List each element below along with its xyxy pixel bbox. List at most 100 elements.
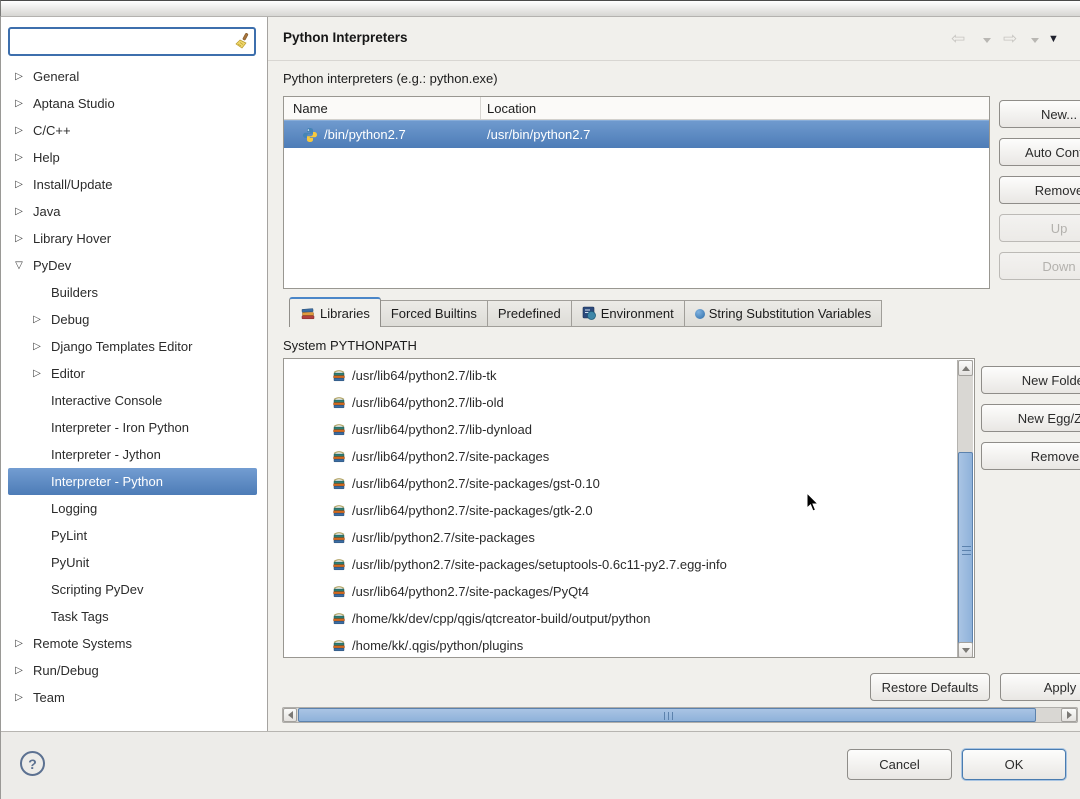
sidebar-item-help[interactable]: ▷Help (8, 144, 257, 171)
tab-forced-builtins[interactable]: Forced Builtins (381, 300, 488, 327)
scroll-left-icon (288, 711, 293, 719)
sidebar-item-interpreter-python[interactable]: Interpreter - Python (8, 468, 257, 495)
scroll-right-button[interactable] (1061, 708, 1077, 722)
tab-predefined[interactable]: Predefined (488, 300, 572, 327)
expander-icon[interactable]: ▷ (10, 198, 28, 225)
interpreter-location: /usr/bin/python2.7 (481, 127, 590, 142)
tab-label: Predefined (498, 306, 561, 321)
expander-icon[interactable]: ▷ (10, 630, 28, 657)
expander-icon[interactable]: ▷ (10, 657, 28, 684)
sidebar-item-scripting-pydev[interactable]: Scripting PyDev (8, 576, 257, 603)
sidebar-item-editor[interactable]: ▷Editor (8, 360, 257, 387)
sidebar-item-label: Editor (46, 366, 85, 381)
ok-button[interactable]: OK (962, 749, 1066, 780)
expander-icon[interactable]: ▷ (10, 63, 28, 90)
pythonpath-entry[interactable]: /usr/lib64/python2.7/site-packages/PyQt4 (284, 578, 944, 605)
expander-icon[interactable]: ▽ (10, 252, 28, 279)
pythonpath-entry[interactable]: /usr/lib64/python2.7/lib-old (284, 389, 944, 416)
pythonpath-text: /usr/lib64/python2.7/lib-old (352, 395, 504, 410)
sidebar-item-label: Library Hover (28, 231, 111, 246)
sidebar-item-team[interactable]: ▷Team (8, 684, 257, 711)
filter-field-wrap (8, 27, 256, 56)
library-stack-icon (331, 395, 347, 411)
sidebar-item-run-debug[interactable]: ▷Run/Debug (8, 657, 257, 684)
sidebar-item-logging[interactable]: Logging (8, 495, 257, 522)
scroll-down-button[interactable] (958, 642, 973, 658)
view-menu-icon[interactable]: ▼ (1048, 33, 1059, 45)
tab-libraries[interactable]: Libraries (289, 297, 381, 327)
new-egg-zip-button[interactable]: New Egg/Zip (981, 404, 1080, 432)
forward-history-chevron-icon[interactable] (1031, 38, 1039, 43)
cancel-button[interactable]: Cancel (847, 749, 952, 780)
sidebar-item-aptana-studio[interactable]: ▷Aptana Studio (8, 90, 257, 117)
horizontal-scroll-thumb[interactable] (298, 708, 1036, 722)
column-header-location[interactable]: Location (481, 101, 536, 116)
pythonpath-text: /usr/lib/python2.7/site-packages/setupto… (352, 557, 727, 572)
sidebar-item-builders[interactable]: Builders (8, 279, 257, 306)
sidebar-item-pyunit[interactable]: PyUnit (8, 549, 257, 576)
vertical-scroll-thumb[interactable] (958, 452, 973, 647)
sidebar-item-django-templates-editor[interactable]: ▷Django Templates Editor (8, 333, 257, 360)
scroll-up-icon (962, 366, 970, 371)
sidebar-item-install-update[interactable]: ▷Install/Update (8, 171, 257, 198)
pythonpath-entry[interactable]: /usr/lib64/python2.7/lib-dynload (284, 416, 944, 443)
back-arrow-icon[interactable]: ⇦ (951, 30, 965, 47)
pythonpath-entry[interactable]: /home/kk/.qgis/python/plugins (284, 632, 944, 658)
sidebar-item-label: Builders (46, 285, 98, 300)
pythonpath-entry[interactable]: /usr/lib64/python2.7/site-packages/gtk-2… (284, 497, 944, 524)
remove-path-button[interactable]: Remove (981, 442, 1080, 470)
tab-environment[interactable]: Environment (572, 300, 685, 327)
filter-input[interactable] (10, 29, 254, 54)
sidebar-item-label: Interpreter - Jython (46, 447, 161, 462)
back-history-chevron-icon[interactable] (983, 38, 991, 43)
expander-icon[interactable]: ▷ (28, 360, 46, 387)
sidebar-item-interactive-console[interactable]: Interactive Console (8, 387, 257, 414)
expander-icon[interactable]: ▷ (10, 684, 28, 711)
remove-interpreter-button[interactable]: Remove (999, 176, 1080, 204)
pythonpath-entry[interactable]: /usr/lib/python2.7/site-packages/setupto… (284, 551, 944, 578)
scroll-left-button[interactable] (283, 708, 297, 722)
scroll-up-button[interactable] (958, 360, 973, 376)
sidebar-item-pydev[interactable]: ▽PyDev (8, 252, 257, 279)
expander-icon[interactable]: ▷ (10, 90, 28, 117)
expander-icon[interactable]: ▷ (28, 306, 46, 333)
sidebar-item-pylint[interactable]: PyLint (8, 522, 257, 549)
sidebar-item-java[interactable]: ▷Java (8, 198, 257, 225)
pythonpath-entry[interactable]: /usr/lib64/python2.7/site-packages/gst-0… (284, 470, 944, 497)
pythonpath-entry[interactable]: /home/kk/dev/cpp/qgis/qtcreator-build/ou… (284, 605, 944, 632)
pythonpath-entry[interactable]: /usr/lib64/python2.7/site-packages (284, 443, 944, 470)
apply-button[interactable]: Apply (1000, 673, 1080, 701)
expander-icon[interactable]: ▷ (10, 144, 28, 171)
horizontal-scrollbar[interactable] (282, 707, 1078, 723)
sidebar-item-task-tags[interactable]: Task Tags (8, 603, 257, 630)
interpreters-label: Python interpreters (e.g.: python.exe) (283, 71, 498, 86)
table-row[interactable]: /bin/python2.7 /usr/bin/python2.7 (284, 120, 989, 148)
sidebar-item-c-cpp[interactable]: ▷C/C++ (8, 117, 257, 144)
sidebar-item-interpreter-iron-python[interactable]: Interpreter - Iron Python (8, 414, 257, 441)
sidebar-item-remote-systems[interactable]: ▷Remote Systems (8, 630, 257, 657)
scroll-right-icon (1067, 711, 1072, 719)
expander-icon[interactable]: ▷ (10, 171, 28, 198)
environment-icon (582, 306, 597, 321)
vertical-scrollbar[interactable] (957, 360, 973, 658)
expander-icon[interactable]: ▷ (10, 225, 28, 252)
sidebar-item-general[interactable]: ▷General (8, 63, 257, 90)
column-header-name[interactable]: Name (284, 97, 481, 119)
help-icon[interactable]: ? (20, 751, 45, 776)
clear-filter-broom-icon[interactable] (232, 32, 250, 53)
auto-config-button[interactable]: Auto Config (999, 138, 1080, 166)
new-interpreter-button[interactable]: New... (999, 100, 1080, 128)
forward-arrow-icon[interactable]: ⇨ (1003, 30, 1017, 47)
new-folder-button[interactable]: New Folder (981, 366, 1080, 394)
sidebar-item-debug[interactable]: ▷Debug (8, 306, 257, 333)
sidebar-item-interpreter-jython[interactable]: Interpreter - Jython (8, 441, 257, 468)
expander-icon[interactable]: ▷ (28, 333, 46, 360)
pythonpath-entry[interactable]: /usr/lib64/python2.7/lib-tk (284, 362, 944, 389)
restore-defaults-button[interactable]: Restore Defaults (870, 673, 990, 701)
sidebar-item-library-hover[interactable]: ▷Library Hover (8, 225, 257, 252)
tab-string-substitution-variables[interactable]: String Substitution Variables (685, 300, 882, 327)
expander-icon[interactable]: ▷ (10, 117, 28, 144)
sidebar-item-label: Run/Debug (28, 663, 99, 678)
interpreters-table: Name Location /bin/python2.7 /usr/bin/py… (283, 96, 990, 289)
pythonpath-entry[interactable]: /usr/lib/python2.7/site-packages (284, 524, 944, 551)
